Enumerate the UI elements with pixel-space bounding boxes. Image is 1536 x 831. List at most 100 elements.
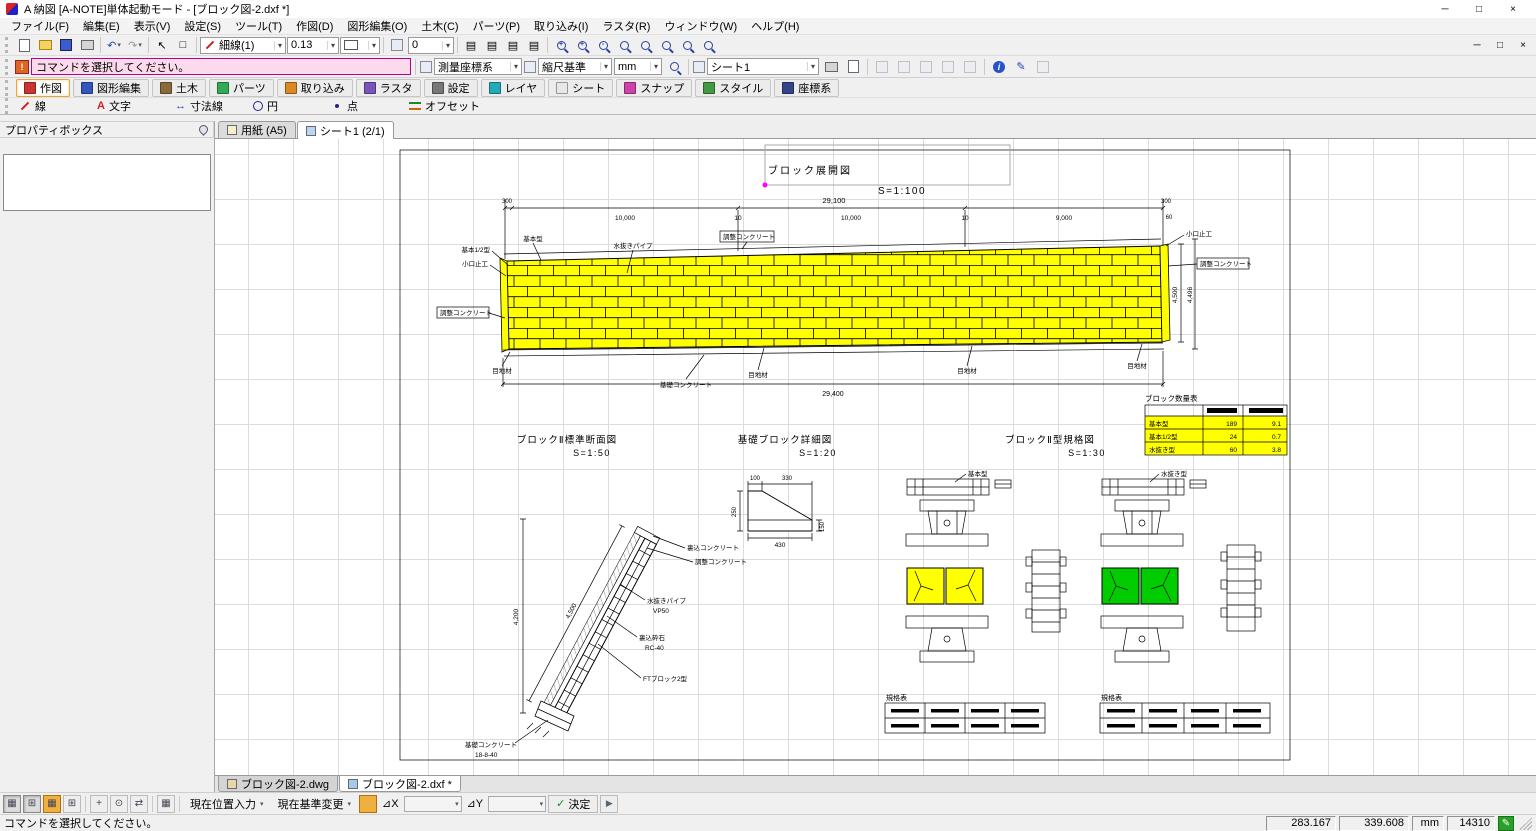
- menu-parts[interactable]: パーツ(P): [466, 17, 527, 35]
- confirm-button[interactable]: ✓ 決定: [548, 795, 598, 813]
- info-button[interactable]: i: [989, 58, 1009, 76]
- menu-shape-edit[interactable]: 図形編集(O): [340, 17, 414, 35]
- new-file-button[interactable]: [14, 36, 34, 54]
- extra-tool-button[interactable]: [1033, 58, 1053, 76]
- sheet-list-button-2[interactable]: ▤: [482, 36, 502, 54]
- next-step-button[interactable]: ▶: [600, 795, 618, 813]
- doc-restore-button[interactable]: □: [1489, 40, 1511, 51]
- scale-base-combo[interactable]: 縮尺基準 ▾: [538, 58, 612, 75]
- zoom-out-button[interactable]: -: [593, 36, 613, 54]
- tab-sheet1[interactable]: シート1 (2/1): [297, 121, 394, 139]
- print-button[interactable]: [77, 36, 97, 54]
- edit-tool-button-5[interactable]: [960, 58, 980, 76]
- print-preview-button[interactable]: [821, 58, 841, 76]
- cross-section-drawing[interactable]: 4,500 4,200 裏込コンクリート 調整コンクリート 水抜きパイ: [465, 516, 747, 759]
- tool-dimension[interactable]: ↔寸法線: [169, 99, 247, 114]
- zoom-window-button[interactable]: +: [551, 36, 571, 54]
- tool-circle[interactable]: 円: [247, 99, 325, 114]
- tab-layer[interactable]: レイヤ: [481, 79, 546, 97]
- standard-block-right[interactable]: 水抜き型: [1100, 469, 1270, 733]
- swap-axis-button[interactable]: ⇄: [130, 795, 148, 813]
- dy-input[interactable]: ▾: [488, 796, 546, 812]
- maximize-button[interactable]: □: [1462, 4, 1496, 15]
- sheet-list-button-1[interactable]: ▤: [461, 36, 481, 54]
- measure-button[interactable]: ✎: [1011, 58, 1031, 76]
- undo-button[interactable]: ↶▾: [104, 36, 124, 54]
- dx-input[interactable]: ▾: [404, 796, 462, 812]
- layer-button[interactable]: [387, 36, 407, 54]
- tab-civil[interactable]: 土木: [152, 79, 206, 97]
- save-button[interactable]: [56, 36, 76, 54]
- pan-button[interactable]: [677, 36, 697, 54]
- menu-help[interactable]: ヘルプ(H): [744, 17, 806, 35]
- menu-settings[interactable]: 設定(S): [177, 17, 228, 35]
- input-mode-button[interactable]: ▦: [157, 795, 175, 813]
- tool-point[interactable]: 点: [325, 99, 403, 114]
- doc-close-button[interactable]: ×: [1512, 40, 1534, 51]
- standard-block-left[interactable]: 基本型: [885, 469, 1066, 733]
- tab-shape-edit[interactable]: 図形編集: [73, 79, 149, 97]
- grid-toggle-button[interactable]: ▦: [3, 795, 21, 813]
- doc-minimize-button[interactable]: ─: [1466, 40, 1488, 51]
- tab-sheet[interactable]: シート: [548, 79, 613, 97]
- toolbar-grip[interactable]: [5, 98, 10, 114]
- line-color-combo[interactable]: ▾: [340, 37, 380, 54]
- zoom-in-button[interactable]: +: [572, 36, 592, 54]
- tab-snap[interactable]: スナップ: [616, 79, 692, 97]
- ortho-toggle-button[interactable]: ▦: [43, 795, 61, 813]
- tool-line[interactable]: 線: [13, 99, 91, 114]
- menu-draw[interactable]: 作図(D): [289, 17, 340, 35]
- tab-parts[interactable]: パーツ: [209, 79, 274, 97]
- tab-file-dxf[interactable]: ブロック図-2.dxf *: [339, 776, 461, 792]
- menu-window[interactable]: ウィンドウ(W): [657, 17, 744, 35]
- minimize-button[interactable]: ─: [1428, 4, 1462, 15]
- edit-tool-button-1[interactable]: [872, 58, 892, 76]
- tab-paper[interactable]: 用紙 (A5): [218, 121, 296, 138]
- center-snap-button[interactable]: ⊙: [110, 795, 128, 813]
- menu-edit[interactable]: 編集(E): [76, 17, 127, 35]
- menu-raster[interactable]: ラスタ(R): [595, 17, 657, 35]
- edit-tool-button-4[interactable]: [938, 58, 958, 76]
- menu-tools[interactable]: ツール(T): [228, 17, 289, 35]
- tool-text[interactable]: A文字: [91, 99, 169, 114]
- select-button[interactable]: ↖: [152, 36, 172, 54]
- select-rect-button[interactable]: □: [173, 36, 193, 54]
- line-style-combo[interactable]: 細線(1) ▾: [200, 37, 286, 54]
- unit-combo[interactable]: mm ▾: [614, 58, 662, 75]
- close-button[interactable]: ×: [1496, 4, 1530, 15]
- tab-coord[interactable]: 座標系: [774, 79, 839, 97]
- coord-lock-button[interactable]: [359, 795, 377, 813]
- toolbar-grip[interactable]: [5, 37, 10, 53]
- open-file-button[interactable]: [35, 36, 55, 54]
- crosshair-button[interactable]: +: [90, 795, 108, 813]
- sheet-combo[interactable]: シート1 ▾: [707, 58, 819, 75]
- zoom-refresh-button[interactable]: [698, 36, 718, 54]
- zoom-previous-button[interactable]: [656, 36, 676, 54]
- position-input-dropdown[interactable]: 現在位置入力 ▾: [184, 796, 270, 812]
- tab-file-dwg[interactable]: ブロック図-2.dwg: [218, 776, 338, 792]
- block-wall[interactable]: [507, 246, 1162, 349]
- toolbar-grip[interactable]: [5, 59, 10, 75]
- sheet-list-button-3[interactable]: ▤: [503, 36, 523, 54]
- edit-tool-button-3[interactable]: [916, 58, 936, 76]
- zoom-fit-button[interactable]: [614, 36, 634, 54]
- drawing-canvas[interactable]: ブロック展開図 S=1:100 29,100 300 300 60 10,000…: [215, 139, 1536, 775]
- pin-icon[interactable]: [197, 123, 210, 136]
- menu-view[interactable]: 表示(V): [127, 17, 178, 35]
- coord-system-combo[interactable]: 測量座標系 ▾: [434, 58, 522, 75]
- layer-combo[interactable]: 0 ▾: [408, 37, 454, 54]
- zoom-select-button[interactable]: [664, 58, 684, 76]
- tab-settings[interactable]: 設定: [424, 79, 478, 97]
- resize-grip[interactable]: [1519, 817, 1532, 830]
- axis-toggle-button[interactable]: ⊞: [63, 795, 81, 813]
- line-width-combo[interactable]: 0.13 ▾: [287, 37, 339, 54]
- redo-button[interactable]: ↷▾: [125, 36, 145, 54]
- selected-point[interactable]: [763, 183, 768, 188]
- elevation-drawing[interactable]: ブロック展開図 S=1:100 29,100 300 300 60 10,000…: [437, 164, 1252, 398]
- quantity-table[interactable]: ブロック数量表 基本型 189 9.1 基本1/2型 24 0.7 水抜き型: [1145, 393, 1287, 455]
- tab-raster[interactable]: ラスタ: [356, 79, 421, 97]
- command-message-input[interactable]: [31, 58, 411, 75]
- tab-style[interactable]: スタイル: [695, 79, 771, 97]
- tab-import[interactable]: 取り込み: [277, 79, 353, 97]
- grid-snap-button[interactable]: ⊞: [23, 795, 41, 813]
